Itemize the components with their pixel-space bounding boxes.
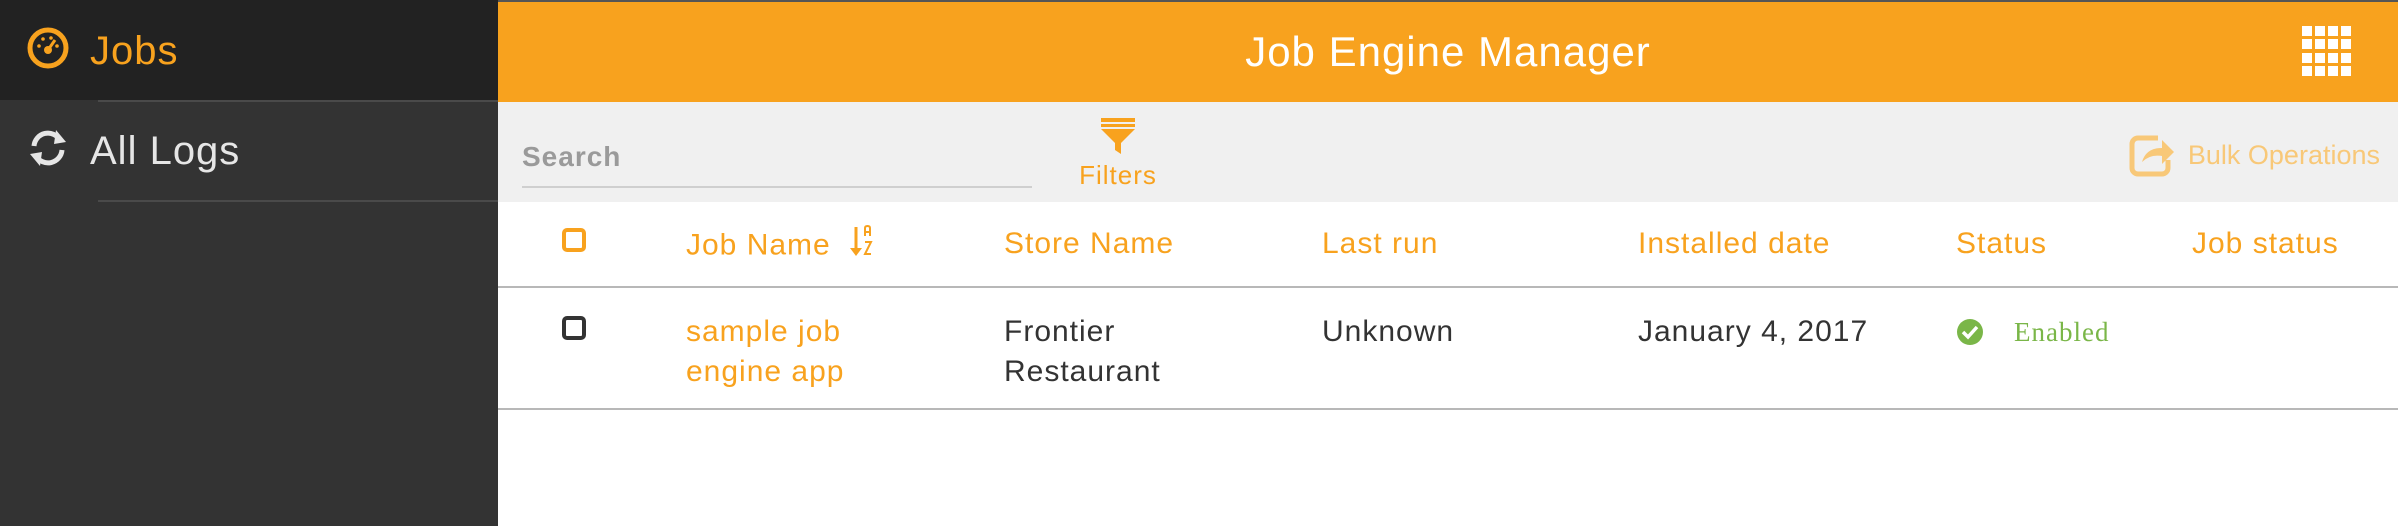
filters-button[interactable]: Filters <box>1068 116 1168 196</box>
column-header-store-name[interactable]: Store Name <box>1004 224 1174 264</box>
job-name-line: sample job <box>686 315 842 348</box>
check-circle-icon <box>1957 319 1983 345</box>
column-header-last-run[interactable]: Last run <box>1322 224 1438 264</box>
store-name-line: Frontier <box>1004 315 1116 348</box>
job-name-link[interactable]: sample job engine app <box>686 312 844 392</box>
sidebar-item-label: Jobs <box>90 29 179 73</box>
column-header-installed-date[interactable]: Installed date <box>1638 224 1830 264</box>
row-checkbox[interactable] <box>562 316 586 340</box>
installed-date-cell: January 4, 2017 <box>1638 315 1869 348</box>
sidebar: Jobs All Logs <box>0 0 498 526</box>
sort-alpha-icon[interactable] <box>850 224 874 269</box>
sidebar-item-all-logs[interactable]: All Logs <box>0 100 498 200</box>
app-header: Job Engine Manager <box>498 0 2398 102</box>
filters-label: Filters <box>1079 160 1157 190</box>
page-title: Job Engine Manager <box>1245 28 1651 75</box>
last-run-cell: Unknown <box>1322 315 1455 348</box>
sidebar-item-jobs[interactable]: Jobs <box>0 0 498 100</box>
status-cell: Enabled <box>1956 312 2109 352</box>
status-badge: Enabled <box>2014 317 2110 347</box>
toolbar: Filters Bulk Operations <box>498 102 2398 202</box>
bulk-operations-button[interactable]: Bulk Operations <box>2128 130 2380 180</box>
column-header-job-status[interactable]: Job status <box>2192 224 2339 264</box>
column-header-label: Job Name <box>686 228 831 262</box>
store-name-cell: Frontier Restaurant <box>1004 312 1161 392</box>
bulk-operations-label: Bulk Operations <box>2187 139 2380 170</box>
table-row: sample job engine app Frontier Restauran… <box>498 288 2398 410</box>
table-header: Job Name Store Name Last run Installed d… <box>498 202 2398 288</box>
store-name-line: Restaurant <box>1004 355 1161 388</box>
column-header-status[interactable]: Status <box>1956 224 2047 264</box>
filter-icon <box>1101 118 1135 154</box>
column-header-job-name[interactable]: Job Name <box>686 224 874 269</box>
share-icon <box>2129 135 2174 177</box>
select-all-checkbox[interactable] <box>562 228 586 252</box>
apps-grid-icon[interactable] <box>2302 26 2352 76</box>
divider <box>98 200 498 202</box>
job-name-line: engine app <box>686 355 845 388</box>
dashboard-icon <box>26 26 70 70</box>
sidebar-item-label: All Logs <box>90 129 241 173</box>
refresh-icon <box>26 126 70 170</box>
search-input[interactable] <box>522 128 1032 188</box>
jobs-table: Job Name Store Name Last run Installed d… <box>498 202 2398 410</box>
